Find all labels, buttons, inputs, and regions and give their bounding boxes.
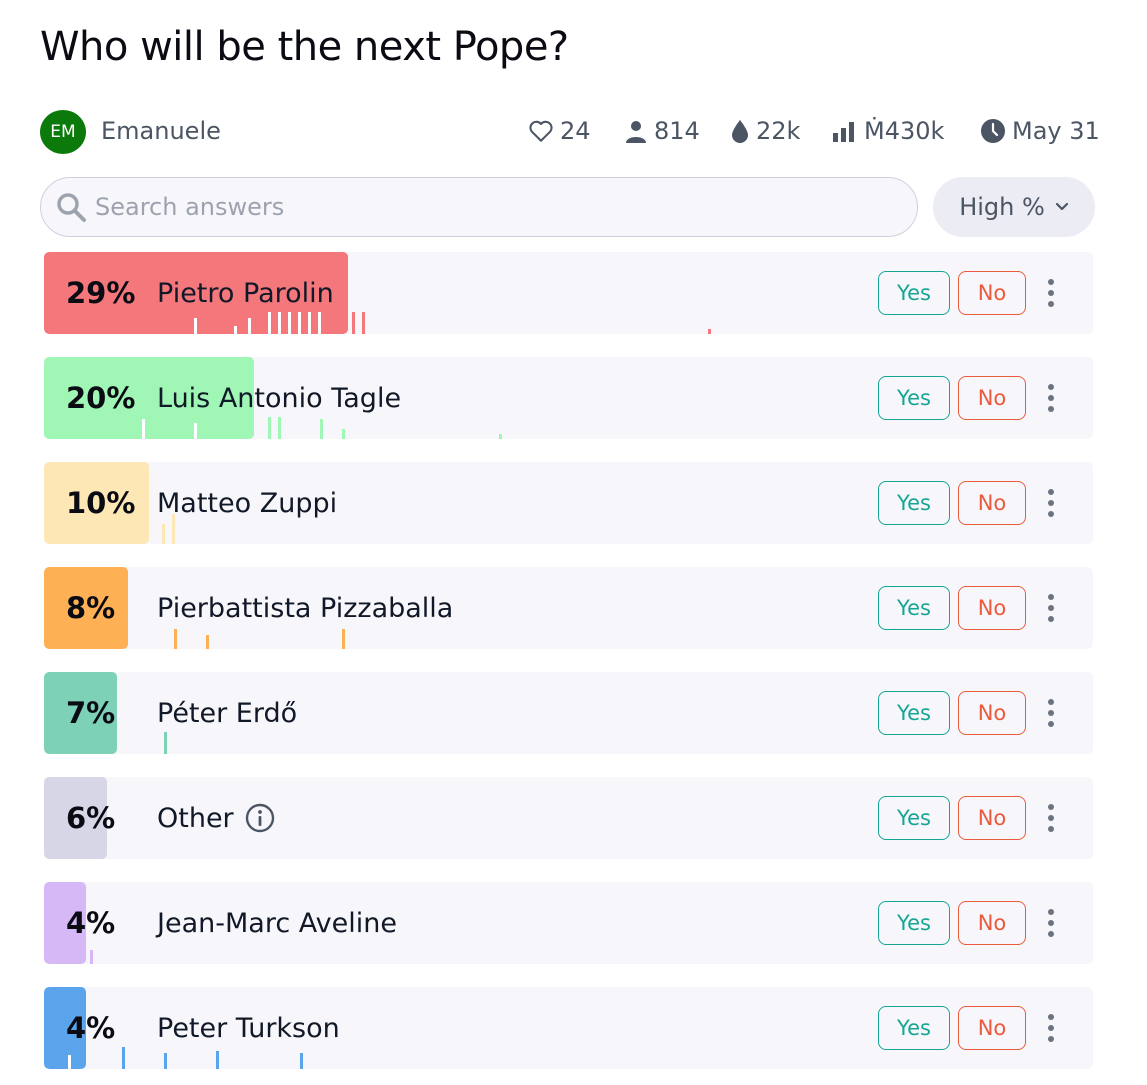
answer-probability: 6%	[66, 801, 116, 835]
more-options-icon[interactable]	[1040, 1009, 1062, 1047]
market-meta: EM Emanuele 24 814 22k Ṁ430k May 31	[40, 110, 1100, 154]
more-options-icon[interactable]	[1040, 379, 1062, 417]
answer-name: Matteo Zuppi	[157, 487, 338, 519]
close-date: May 31	[1012, 117, 1100, 145]
answer-name-wrap: Pietro Parolin	[157, 252, 334, 334]
answer-name-wrap: Peter Turkson	[157, 987, 340, 1069]
answer-name: Pietro Parolin	[157, 277, 334, 309]
info-icon[interactable]	[244, 802, 276, 834]
answer-row[interactable]: 10% Matteo Zuppi Yes No	[44, 462, 1093, 544]
chevron-down-icon	[1055, 202, 1068, 211]
person-icon	[626, 121, 646, 143]
no-button[interactable]: No	[958, 586, 1026, 630]
no-button[interactable]: No	[958, 691, 1026, 735]
more-options-icon[interactable]	[1040, 799, 1062, 837]
history-mark	[499, 434, 502, 439]
more-options-icon[interactable]	[1040, 589, 1062, 627]
no-button[interactable]: No	[958, 271, 1026, 315]
yes-button[interactable]: Yes	[878, 481, 950, 525]
yes-button[interactable]: Yes	[878, 376, 950, 420]
answer-name: Peter Turkson	[157, 1012, 340, 1044]
liquidity-stat: 22k	[730, 117, 800, 145]
answer-probability: 4%	[66, 1011, 116, 1045]
close-date-stat[interactable]: May 31	[980, 117, 1100, 145]
liquidity-value: 22k	[756, 117, 801, 145]
no-button[interactable]: No	[958, 901, 1026, 945]
likes-count: 24	[560, 117, 591, 145]
no-button[interactable]: No	[958, 1006, 1026, 1050]
answer-probability: 10%	[66, 486, 136, 520]
traders-stat: 814	[624, 117, 700, 145]
yes-button[interactable]: Yes	[878, 1006, 950, 1050]
avatar[interactable]: EM	[40, 110, 86, 154]
answer-probability: 29%	[66, 276, 136, 310]
volume-stat: Ṁ430k	[832, 117, 944, 145]
answer-name-wrap: Other	[157, 777, 276, 859]
bar-chart-icon	[833, 122, 854, 142]
answer-probability: 7%	[66, 696, 116, 730]
answer-row[interactable]: 20% Luis Antonio Tagle Yes No	[44, 357, 1093, 439]
yes-button[interactable]: Yes	[878, 901, 950, 945]
yes-button[interactable]: Yes	[878, 271, 950, 315]
traders-count: 814	[654, 117, 700, 145]
heart-icon	[529, 120, 553, 142]
answer-probability: 8%	[66, 591, 116, 625]
more-options-icon[interactable]	[1040, 904, 1062, 942]
yes-button[interactable]: Yes	[878, 586, 950, 630]
answer-name: Luis Antonio Tagle	[157, 382, 402, 414]
creator-name[interactable]: Emanuele	[101, 117, 221, 145]
yes-button[interactable]: Yes	[878, 691, 950, 735]
answer-row[interactable]: 8% Pierbattista Pizzaballa Yes No	[44, 567, 1093, 649]
answer-name-wrap: Matteo Zuppi	[157, 462, 337, 544]
search-input[interactable]	[95, 193, 855, 221]
answer-name: Péter Erdő	[157, 697, 298, 729]
history-mark	[352, 312, 355, 334]
no-button[interactable]: No	[958, 376, 1026, 420]
no-button[interactable]: No	[958, 481, 1026, 525]
history-mark	[362, 312, 365, 334]
answer-name-wrap: Péter Erdő	[157, 672, 297, 754]
more-options-icon[interactable]	[1040, 484, 1062, 522]
answer-row[interactable]: 7% Péter Erdő Yes No	[44, 672, 1093, 754]
history-mark	[142, 419, 145, 439]
volume-value: Ṁ430k	[864, 117, 945, 145]
question-title: Who will be the next Pope?	[40, 24, 569, 70]
clock-icon	[981, 119, 1005, 143]
answer-name: Jean-Marc Aveline	[157, 907, 397, 939]
sort-label: High %	[959, 193, 1045, 221]
answer-name-wrap: Jean-Marc Aveline	[157, 882, 397, 964]
droplet-icon	[732, 120, 748, 143]
sort-dropdown[interactable]: High %	[933, 177, 1095, 237]
answer-row[interactable]: 4% Jean-Marc Aveline Yes No	[44, 882, 1093, 964]
answers-list: 29% Pietro Parolin Yes No 20% Luis Antonio Ta…	[44, 252, 1093, 1085]
answer-row[interactable]: 4% Peter Turkson Yes No	[44, 987, 1093, 1069]
search-bar[interactable]	[40, 177, 918, 237]
more-options-icon[interactable]	[1040, 274, 1062, 312]
answer-probability: 20%	[66, 381, 136, 415]
answer-row[interactable]: 6% Other Yes No	[44, 777, 1093, 859]
answer-row[interactable]: 29% Pietro Parolin Yes No	[44, 252, 1093, 334]
history-mark	[708, 329, 711, 334]
answer-name-wrap: Pierbattista Pizzaballa	[157, 567, 453, 649]
search-icon	[57, 193, 86, 222]
likes-stat[interactable]: 24	[528, 117, 591, 145]
history-mark	[122, 1047, 125, 1069]
answer-name-wrap: Luis Antonio Tagle	[157, 357, 401, 439]
answer-probability: 4%	[66, 906, 116, 940]
no-button[interactable]: No	[958, 796, 1026, 840]
answer-name: Pierbattista Pizzaballa	[157, 592, 454, 624]
answer-name: Other	[157, 802, 234, 834]
yes-button[interactable]: Yes	[878, 796, 950, 840]
more-options-icon[interactable]	[1040, 694, 1062, 732]
